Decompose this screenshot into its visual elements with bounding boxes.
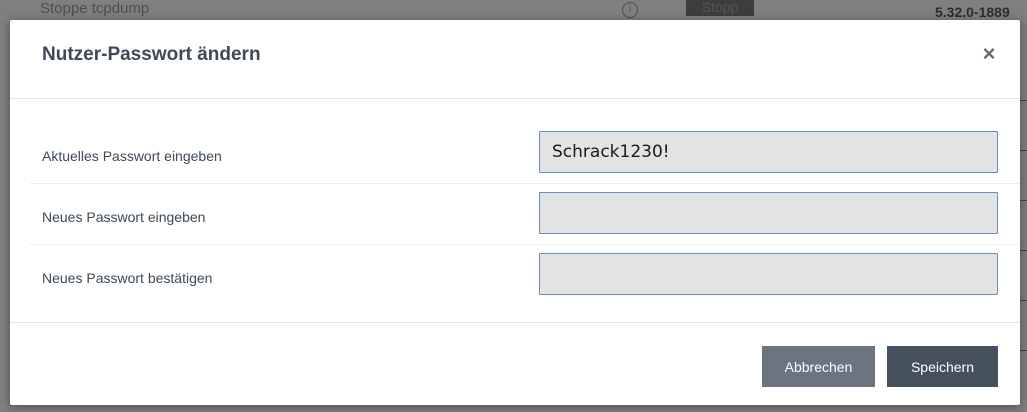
- cancel-button[interactable]: Abbrechen: [762, 346, 875, 387]
- dialog-title: Nutzer-Passwort ändern: [42, 44, 261, 65]
- change-password-dialog: Nutzer-Passwort ändern × Aktuelles Passw…: [10, 20, 1020, 405]
- dialog-footer: Abbrechen Speichern: [10, 322, 1020, 406]
- close-icon[interactable]: ×: [977, 40, 1001, 68]
- confirm-password-label: Neues Passwort bestätigen: [42, 270, 213, 286]
- background-divider: [1019, 200, 1027, 201]
- confirm-password-input[interactable]: [539, 253, 998, 295]
- dialog-header: Nutzer-Passwort ändern ×: [10, 20, 1020, 99]
- current-password-row: Aktuelles Passwort eingeben: [30, 123, 1020, 184]
- current-password-label: Aktuelles Passwort eingeben: [42, 148, 222, 164]
- new-password-input[interactable]: [539, 192, 998, 234]
- new-password-label: Neues Passwort eingeben: [42, 209, 206, 225]
- background-divider: [1019, 300, 1027, 301]
- current-password-input[interactable]: [539, 131, 998, 173]
- new-password-row: Neues Passwort eingeben: [30, 184, 1020, 245]
- background-divider: [1019, 150, 1027, 151]
- background-divider: [1019, 350, 1027, 351]
- background-divider: [1019, 100, 1027, 101]
- confirm-password-row: Neues Passwort bestätigen: [30, 245, 1020, 305]
- background-divider: [1019, 250, 1027, 251]
- save-button[interactable]: Speichern: [887, 346, 998, 387]
